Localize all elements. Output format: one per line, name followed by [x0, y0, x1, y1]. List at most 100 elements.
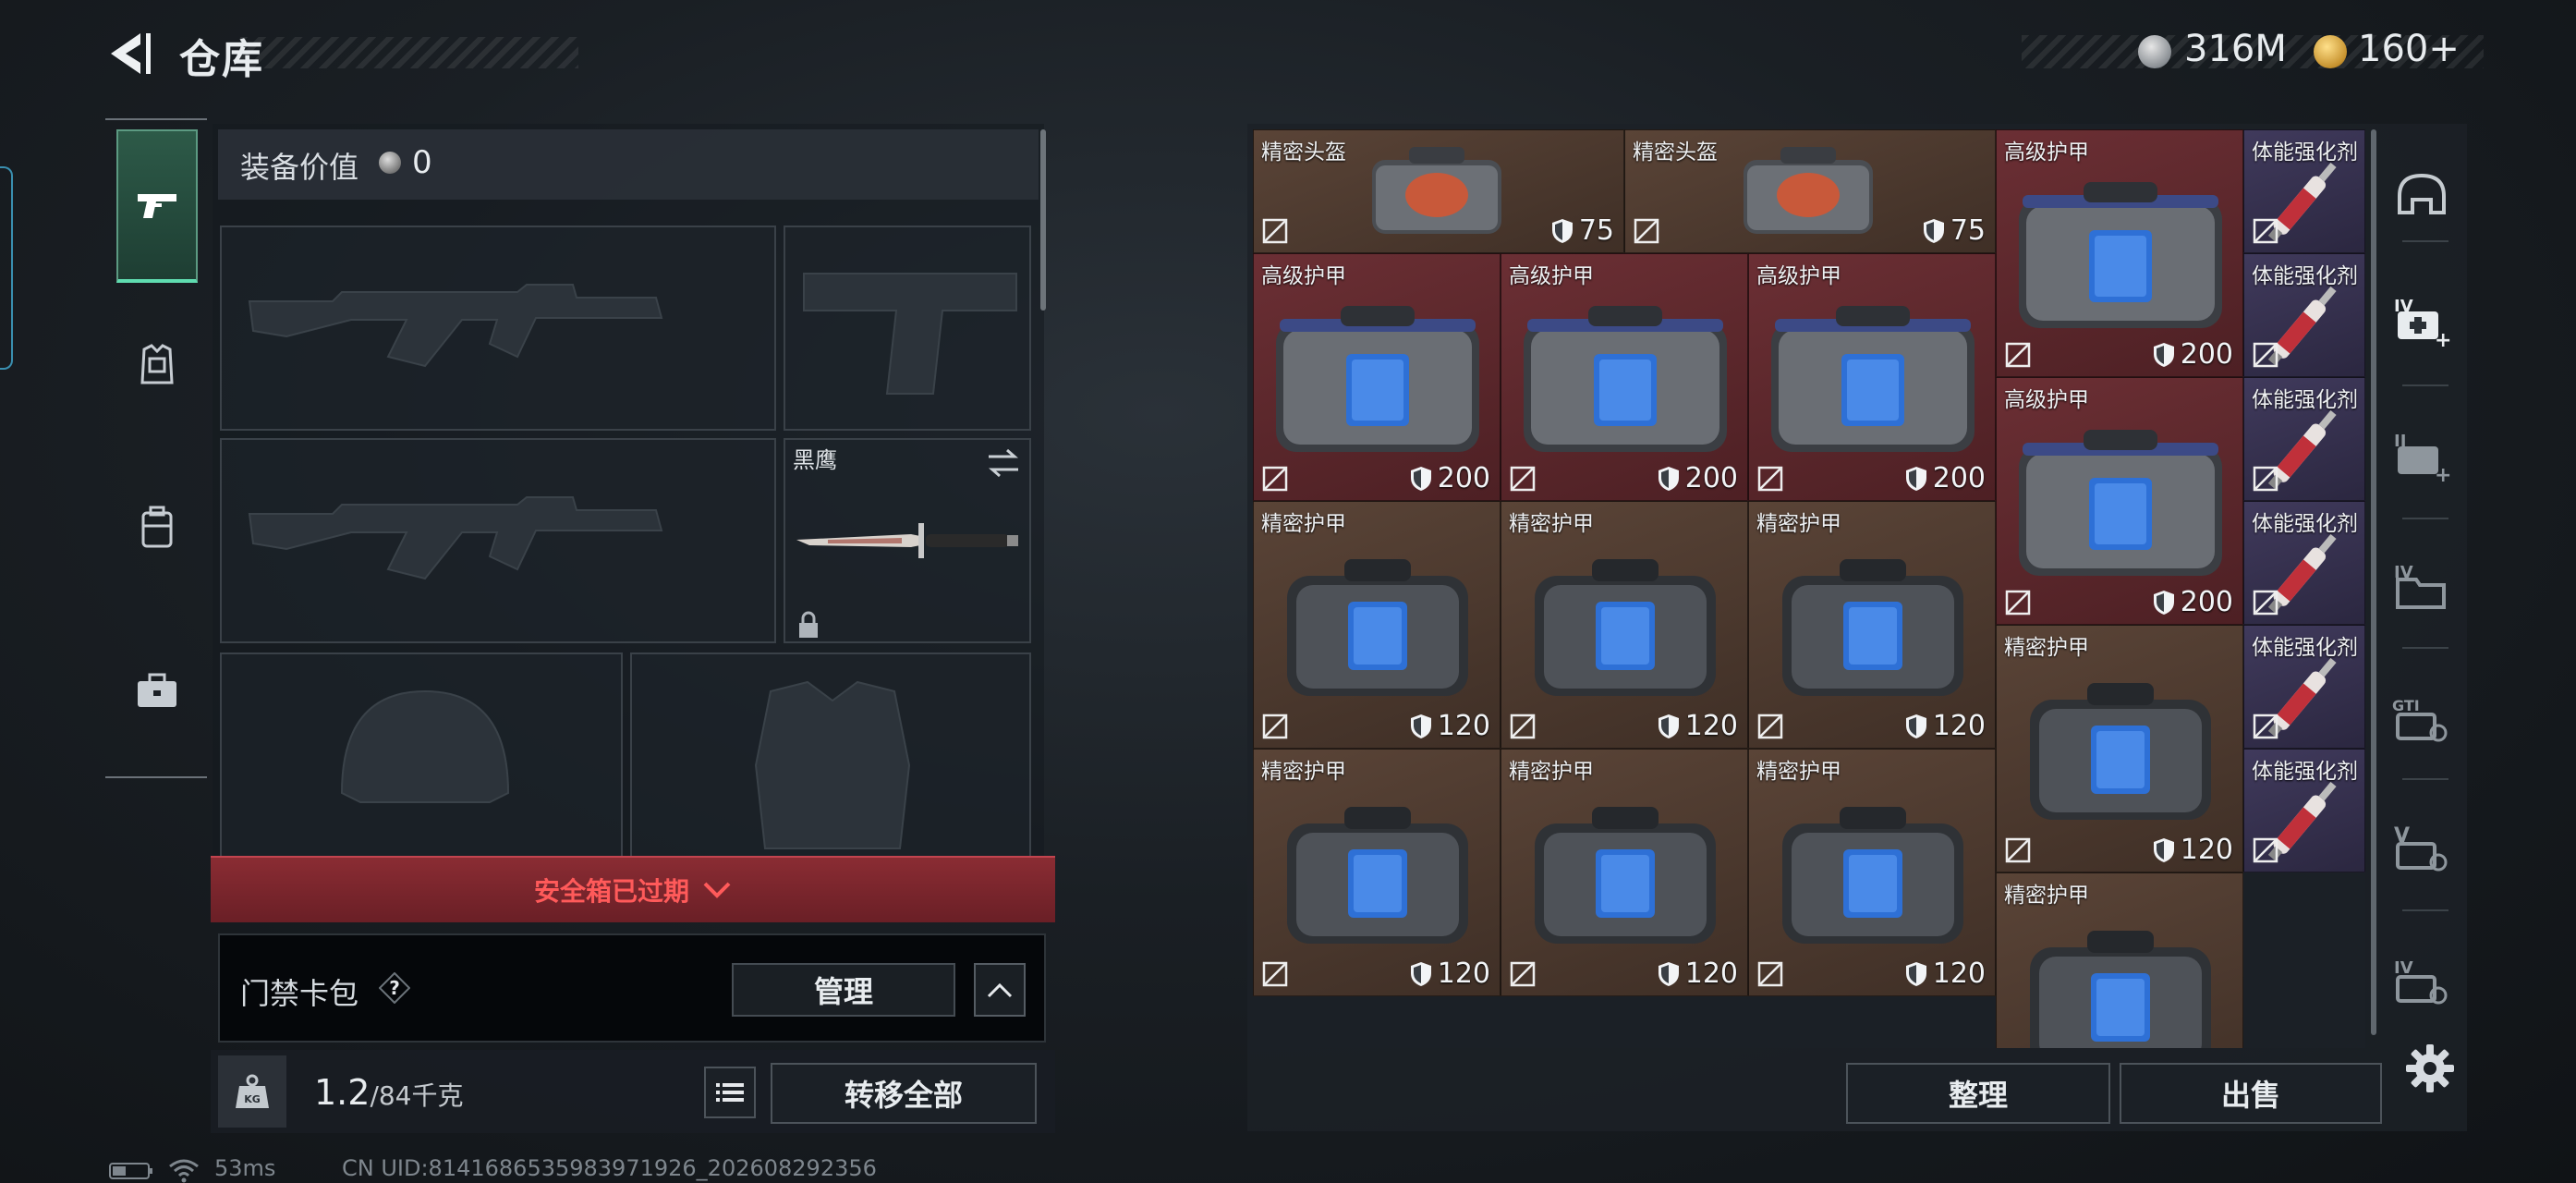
item-name: 精密头盔 [1633, 140, 1718, 165]
durability: 120 [1410, 710, 1490, 742]
iv-key-icon: IV [2394, 958, 2448, 1005]
helmet-bag-icon [1372, 147, 1501, 234]
vest-slot[interactable] [630, 652, 1031, 865]
durability: 75 [1923, 214, 1986, 247]
inventory-item[interactable]: 精密护甲 120 [1996, 625, 2243, 872]
no-trade-icon [1757, 961, 1783, 987]
inventory-item[interactable]: 精密护甲 120 [1253, 749, 1501, 996]
item-name: 体能强化剂 [2252, 512, 2358, 536]
inventory-item[interactable]: 体能强化剂 [2243, 129, 2365, 253]
inventory-item[interactable]: 精密护甲 120 [1748, 501, 1996, 749]
shield-icon [1551, 218, 1573, 243]
armor-bag-icon [2019, 430, 2222, 576]
inventory-item[interactable]: 精密头盔 75 [1253, 129, 1624, 253]
user-uid: CN UID:8141686535983971926_202608292356 [342, 1155, 877, 1181]
shield-icon [1905, 961, 1926, 986]
rifle-silhouette-icon [248, 284, 663, 368]
storage-grid: 精密头盔 75 精密头盔 75 高级护甲 200 体能强化剂 高级护甲 200 … [1253, 129, 2365, 1048]
inventory-item[interactable]: 体能强化剂 [2243, 377, 2365, 501]
primary-weapon-slot-1[interactable] [220, 226, 776, 431]
v-filter-button[interactable]: V [2389, 815, 2454, 880]
inventory-item[interactable]: 精密护甲 120 [1501, 501, 1748, 749]
inventory-item[interactable]: 高级护甲 200 [1996, 129, 2243, 377]
durability: 200 [1658, 462, 1738, 494]
equipment-scrollbar[interactable] [1040, 129, 1046, 311]
tab-case[interactable] [116, 621, 198, 760]
manage-button[interactable]: 管理 [732, 963, 955, 1017]
no-trade-icon [2253, 342, 2278, 368]
shield-icon [2153, 590, 2174, 615]
tab-backpack[interactable] [116, 458, 198, 597]
storage-scrollbar[interactable] [2371, 129, 2376, 1035]
gti-filter-button[interactable]: GTI [2389, 686, 2454, 750]
durability: 120 [1905, 957, 1986, 990]
no-trade-icon [1510, 961, 1536, 987]
swap-icon[interactable] [985, 447, 1022, 479]
primary-weapon-slot-2[interactable] [220, 438, 776, 643]
durability-value: 75 [1950, 214, 1986, 247]
inventory-item[interactable]: 高级护甲 200 [1253, 253, 1501, 501]
inventory-item[interactable]: 体能强化剂 [2243, 749, 2365, 872]
inventory-item[interactable]: 体能强化剂 [2243, 625, 2365, 749]
helmet-icon [2398, 173, 2446, 214]
folder-iv-filter-button[interactable]: IV [2389, 555, 2454, 619]
durability: 200 [2153, 586, 2233, 618]
item-name: 精密护甲 [1261, 760, 1346, 784]
inventory-item[interactable]: 精密护甲 120 [1501, 749, 1748, 996]
svg-text:IV: IV [2394, 958, 2413, 978]
folder-icon: IV [2394, 563, 2446, 609]
battery-icon [109, 1163, 153, 1179]
tab-armor[interactable] [116, 296, 198, 434]
no-trade-icon [1262, 218, 1288, 244]
medkit-ii-filter-button[interactable]: II + [2389, 423, 2454, 488]
gold-currency-amount[interactable]: 160+ [2358, 28, 2460, 70]
sell-button[interactable]: 出售 [2120, 1063, 2382, 1124]
shield-icon [1905, 713, 1926, 738]
no-trade-icon [1262, 713, 1288, 739]
shield-icon [1410, 713, 1431, 738]
inventory-item[interactable]: 体能强化剂 [2243, 253, 2365, 377]
durability-value: 120 [1437, 710, 1490, 742]
helmet-slot[interactable] [220, 652, 623, 865]
help-icon[interactable]: ? [379, 972, 410, 1004]
safe-box-expired-bar[interactable]: 安全箱已过期 [211, 856, 1055, 922]
side-divider [2402, 384, 2448, 386]
medkit-iv-filter-button[interactable]: IV + [2389, 288, 2454, 353]
inventory-item[interactable]: 高级护甲 200 [1501, 253, 1748, 501]
sort-button[interactable]: 整理 [1846, 1063, 2110, 1124]
item-name: 精密护甲 [1261, 512, 1346, 536]
collapse-button[interactable] [974, 963, 1026, 1017]
item-name: 体能强化剂 [2252, 140, 2358, 165]
no-trade-icon [1510, 466, 1536, 492]
inventory-item[interactable]: 体能强化剂 [2243, 501, 2365, 625]
durability-value: 120 [1437, 957, 1490, 990]
side-drawer-handle[interactable] [0, 166, 13, 370]
armor-bag-icon [2019, 182, 2222, 328]
settings-gear-icon[interactable] [2404, 1043, 2456, 1094]
inventory-item[interactable]: 精密护甲 120 [1748, 749, 1996, 996]
iv-key-filter-button[interactable]: IV [2389, 948, 2454, 1013]
inventory-item[interactable]: 高级护甲 200 [1996, 377, 2243, 625]
pistol-slot[interactable] [784, 226, 1031, 431]
medkit-add-icon: IV + [2394, 297, 2451, 348]
inventory-item[interactable]: 精密护甲 [1996, 872, 2243, 1048]
no-trade-icon [1757, 466, 1783, 492]
inventory-item[interactable]: 精密护甲 120 [1253, 501, 1501, 749]
armor-bag-icon [2030, 683, 2211, 820]
tab-weapons[interactable] [116, 129, 198, 283]
side-divider [2402, 909, 2448, 911]
wifi-icon [168, 1157, 200, 1183]
shield-icon [1658, 961, 1679, 986]
durability: 200 [1905, 462, 1986, 494]
back-button[interactable] [103, 26, 155, 81]
list-view-button[interactable] [704, 1067, 756, 1118]
inventory-item[interactable]: 高级护甲 200 [1748, 253, 1996, 501]
side-divider [2402, 778, 2448, 780]
helmet-filter-button[interactable] [2389, 163, 2454, 227]
back-arrow-icon [111, 33, 151, 74]
inventory-item[interactable]: 精密头盔 75 [1624, 129, 1996, 253]
tabs-divider-bottom [105, 776, 207, 778]
side-divider [2402, 518, 2448, 519]
armor-bag-icon [1782, 559, 1963, 696]
transfer-all-button[interactable]: 转移全部 [771, 1063, 1037, 1124]
